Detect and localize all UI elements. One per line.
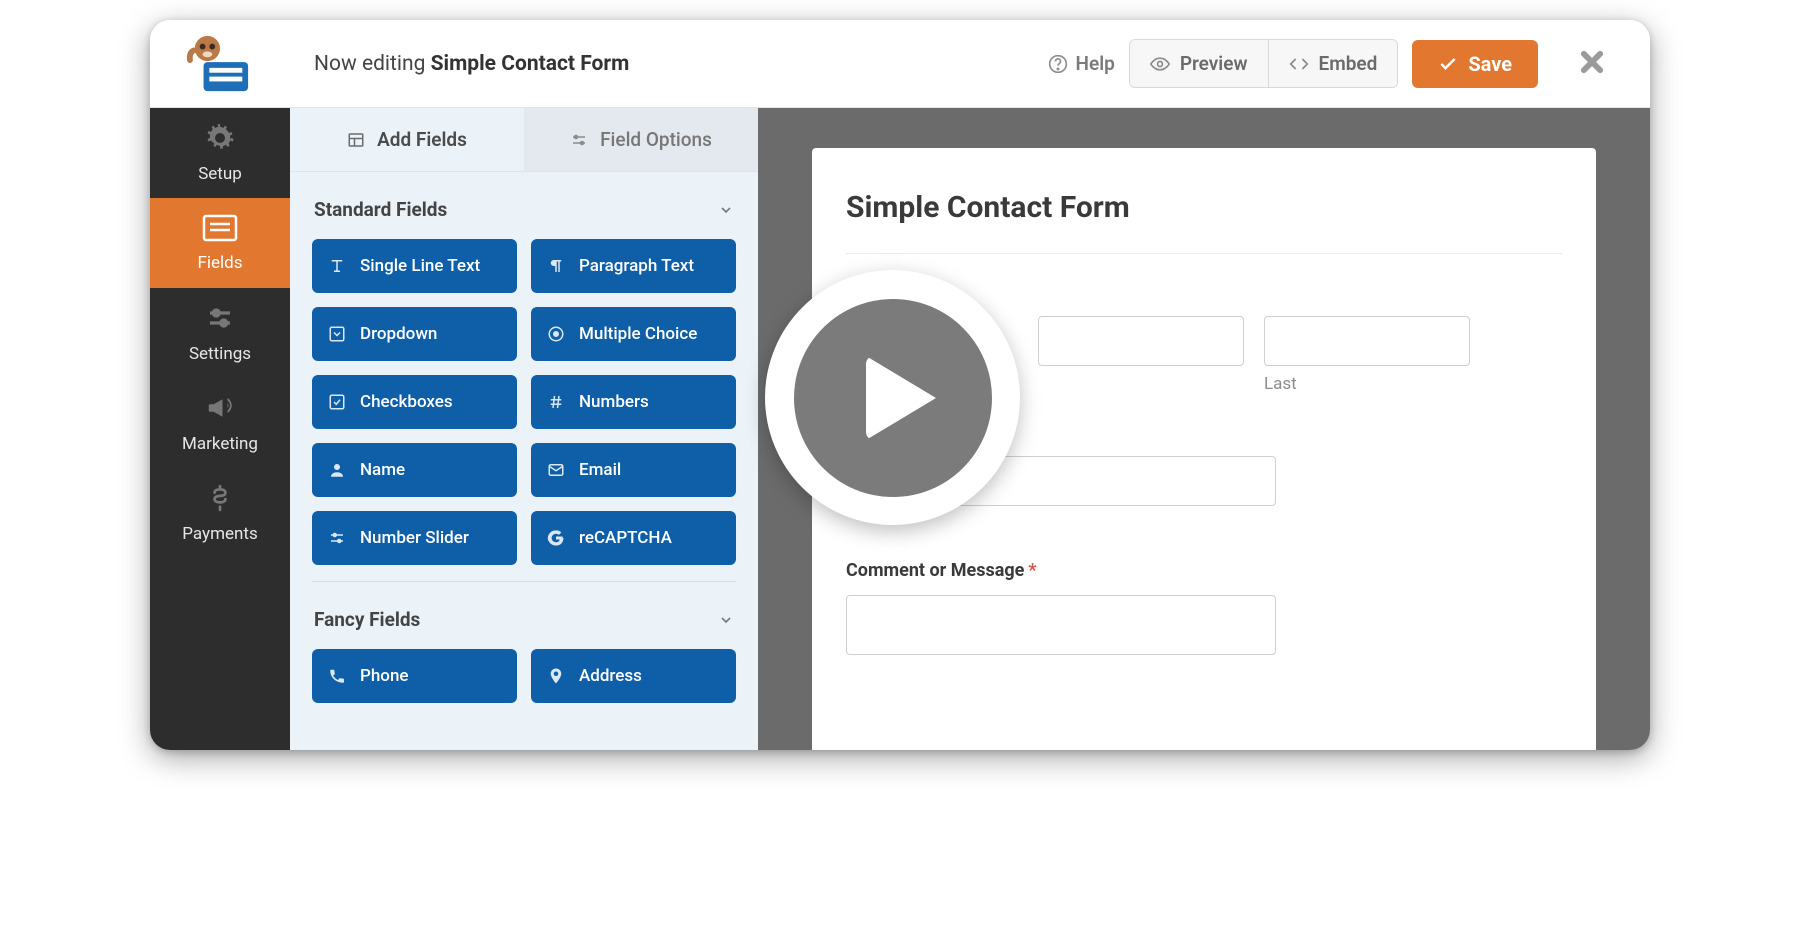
field-paragraph-text[interactable]: Paragraph Text <box>531 239 736 293</box>
preview-button[interactable]: Preview <box>1130 40 1268 87</box>
field-numbers[interactable]: Numbers <box>531 375 736 429</box>
bullhorn-icon <box>205 393 235 428</box>
app-window: Now editing Simple Contact Form Help Pre… <box>150 20 1650 750</box>
dollar-icon <box>207 483 233 518</box>
field-email[interactable]: Email <box>531 443 736 497</box>
close-button[interactable] <box>1552 48 1626 80</box>
field-dropdown[interactable]: Dropdown <box>312 307 517 361</box>
field-single-line-text[interactable]: Single Line Text <box>312 239 517 293</box>
sidebar: Setup Fields Settings Marketing <box>150 108 290 750</box>
radio-icon <box>547 325 565 343</box>
help-icon <box>1048 54 1068 74</box>
play-video-button[interactable] <box>765 270 1020 525</box>
sidebar-item-settings[interactable]: Settings <box>150 288 290 378</box>
comment-textarea[interactable] <box>846 595 1276 655</box>
chevron-down-icon <box>718 612 734 628</box>
sliders-small-icon <box>570 131 588 149</box>
field-recaptcha[interactable]: reCAPTCHA <box>531 511 736 565</box>
field-name[interactable]: Name <box>312 443 517 497</box>
hashtag-icon <box>547 393 565 411</box>
top-bar: Now editing Simple Contact Form Help Pre… <box>150 20 1650 108</box>
field-multiple-choice[interactable]: Multiple Choice <box>531 307 736 361</box>
form-name: Simple Contact Form <box>431 52 630 76</box>
layout-icon <box>347 131 365 149</box>
preview-embed-group: Preview Embed <box>1129 39 1399 88</box>
wpforms-logo-icon <box>186 33 254 95</box>
top-actions: Help Preview Embed Save <box>1048 39 1650 88</box>
help-link[interactable]: Help <box>1048 52 1115 75</box>
name-last-input[interactable] <box>1264 316 1470 366</box>
user-icon <box>328 461 346 479</box>
sidebar-item-payments[interactable]: Payments <box>150 468 290 558</box>
check-square-icon <box>328 393 346 411</box>
name-last-col: Last <box>1264 316 1470 394</box>
play-inner-circle <box>794 299 992 497</box>
sidebar-item-setup[interactable]: Setup <box>150 108 290 198</box>
logo[interactable] <box>150 20 290 108</box>
fancy-field-grid: Phone Address <box>312 649 736 703</box>
fields-panel: Add Fields Field Options Standard Fields… <box>290 108 758 750</box>
close-icon <box>1578 48 1606 76</box>
sidebar-item-marketing[interactable]: Marketing <box>150 378 290 468</box>
standard-fields-header[interactable]: Standard Fields <box>312 188 736 239</box>
required-asterisk: * <box>1028 560 1036 581</box>
sidebar-item-fields[interactable]: Fields <box>150 198 290 288</box>
text-icon <box>328 257 346 275</box>
fancy-fields-header[interactable]: Fancy Fields <box>312 598 736 649</box>
google-icon <box>547 529 565 547</box>
phone-icon <box>328 667 346 685</box>
name-first-col <box>1038 316 1244 394</box>
envelope-icon <box>547 461 565 479</box>
section-fancy: Fancy Fields Phone Address <box>290 582 758 713</box>
caret-square-icon <box>328 325 346 343</box>
section-standard: Standard Fields Single Line Text Paragra… <box>290 172 758 575</box>
slider-icon <box>328 529 346 547</box>
map-pin-icon <box>547 667 565 685</box>
play-icon <box>866 356 936 440</box>
check-icon <box>1438 54 1458 74</box>
eye-icon <box>1150 54 1170 74</box>
editing-title: Now editing Simple Contact Form <box>290 52 1048 76</box>
field-number-slider[interactable]: Number Slider <box>312 511 517 565</box>
code-icon <box>1289 54 1309 74</box>
field-phone[interactable]: Phone <box>312 649 517 703</box>
standard-field-grid: Single Line Text Paragraph Text Dropdown… <box>312 239 736 565</box>
tab-field-options[interactable]: Field Options <box>524 108 758 171</box>
panel-tabs: Add Fields Field Options <box>290 108 758 172</box>
name-last-sublabel: Last <box>1264 374 1470 394</box>
editing-prefix: Now editing <box>314 52 425 76</box>
field-checkboxes[interactable]: Checkboxes <box>312 375 517 429</box>
paragraph-icon <box>547 257 565 275</box>
form-icon <box>202 214 238 247</box>
comment-label: Comment or Message* <box>846 560 1562 581</box>
tab-add-fields[interactable]: Add Fields <box>290 108 524 171</box>
sliders-icon <box>205 303 235 338</box>
field-address[interactable]: Address <box>531 649 736 703</box>
embed-button[interactable]: Embed <box>1268 40 1398 87</box>
name-first-input[interactable] <box>1038 316 1244 366</box>
comment-field-row: Comment or Message* <box>846 560 1562 655</box>
form-preview-title: Simple Contact Form <box>846 190 1562 254</box>
save-button[interactable]: Save <box>1412 40 1538 88</box>
gear-icon <box>205 123 235 158</box>
chevron-down-icon <box>718 202 734 218</box>
